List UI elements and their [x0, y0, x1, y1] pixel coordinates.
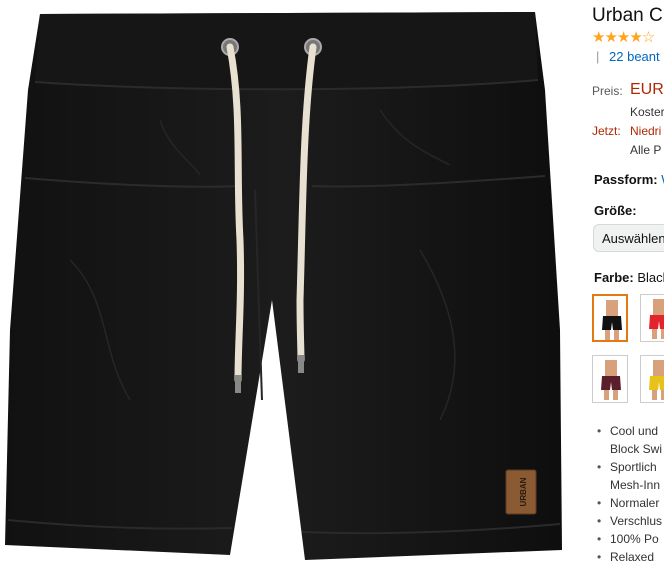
ratings-row: | 22 beant [596, 49, 660, 64]
now-label: Jetzt: [592, 124, 621, 138]
bullet-item: Relaxed [592, 548, 664, 566]
shipping-text: Koster [630, 105, 664, 119]
color-swatch-black[interactable] [592, 294, 628, 342]
separator: | [596, 49, 600, 64]
brand-patch: URBAN [505, 469, 537, 515]
bullet-continuation: Block Swi [610, 442, 663, 456]
fit-label: Passform: [594, 172, 658, 187]
product-title: Urban Cl [592, 5, 664, 26]
now-value: Niedri [630, 124, 662, 138]
price-label: Preis: [592, 84, 623, 98]
buy-box: Urban Cl ★★★★☆ | 22 beant Preis: EUR Kos… [592, 0, 664, 574]
feature-bullets: Cool und Block Swi Sportlich Mesh-Inn No… [592, 422, 664, 566]
color-label: Farbe: [594, 270, 634, 285]
color-swatch-burgundy[interactable] [592, 355, 628, 403]
bullet-continuation: Mesh-Inn [610, 478, 661, 492]
color-row: Farbe: Black [594, 270, 664, 285]
color-swatch-yellow[interactable] [640, 355, 664, 403]
fit-row: Passform: W [594, 172, 664, 187]
star-rating[interactable]: ★★★★☆ [592, 28, 655, 46]
svg-text:URBAN: URBAN [519, 477, 528, 506]
size-label: Größe: [594, 203, 637, 218]
product-image[interactable]: URBAN [0, 0, 580, 574]
bullet-item: Sportlich [592, 458, 664, 476]
color-swatch-red[interactable] [640, 294, 664, 342]
bullet-item: 100% Po [592, 530, 664, 548]
size-select[interactable]: Auswählen [593, 224, 664, 252]
bullet-item: Cool und [592, 422, 664, 440]
ratings-link[interactable]: 22 beant [609, 49, 660, 64]
price-value: EUR [630, 81, 664, 98]
all-prices-text: Alle P [630, 143, 662, 157]
bullet-item: Verschlus [592, 512, 664, 530]
bullet-item: Normaler [592, 494, 664, 512]
color-value: Black [637, 270, 664, 285]
